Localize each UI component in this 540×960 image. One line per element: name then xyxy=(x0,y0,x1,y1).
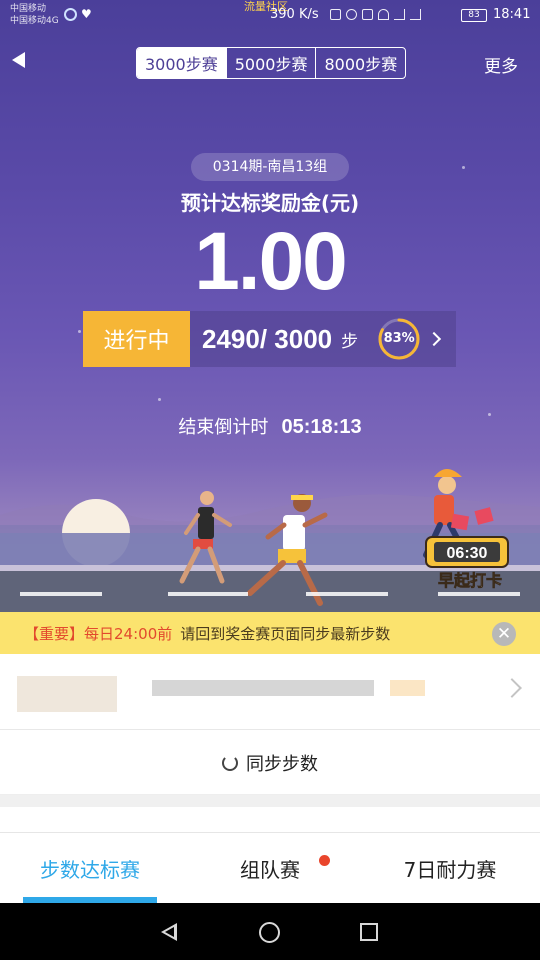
nav-recent-apps-icon[interactable] xyxy=(360,923,378,941)
step-count: 2490/ 3000 xyxy=(202,323,333,354)
sync-label: 同步步数 xyxy=(246,753,318,775)
blurred-content xyxy=(17,676,117,712)
runners-illustration: 06:30 早起打卡 xyxy=(0,469,540,612)
road-marking xyxy=(438,592,520,596)
progress-detail: 2490/ 3000 步 83% xyxy=(190,311,456,367)
prize-amount: 1.00 xyxy=(194,216,348,307)
tab-7day-endurance-race[interactable]: 7日耐力赛 xyxy=(360,833,540,903)
tab-step-goal-race[interactable]: 步数达标赛 xyxy=(0,833,180,903)
network-speed: 390 K/s xyxy=(270,7,319,22)
hd-icon xyxy=(362,9,373,20)
road-marking xyxy=(306,592,388,596)
system-icons xyxy=(330,9,421,20)
signal-icon xyxy=(394,9,405,20)
tab-5000-race[interactable]: 5000步赛 xyxy=(225,48,316,78)
badge-time: 06:30 xyxy=(447,545,488,562)
star-decoration xyxy=(158,398,161,401)
blurred-content xyxy=(390,680,425,696)
heart-icon: ♥ xyxy=(81,7,92,21)
countdown: 结束倒计时 05:18:13 xyxy=(0,413,540,439)
back-icon[interactable] xyxy=(12,52,25,68)
countdown-label: 结束倒计时 xyxy=(178,417,269,438)
race-type-selector: 3000步赛 5000步赛 8000步赛 xyxy=(136,47,407,79)
blurred-info-row[interactable] xyxy=(0,654,540,730)
carrier-info: 中国移动 中国移动4G xyxy=(10,3,59,27)
tab-team-race-label: 组队赛 xyxy=(240,857,300,882)
app-notification-icon xyxy=(64,8,77,21)
period-badge: 0314期-南昌13组 xyxy=(191,153,349,181)
alarm-icon xyxy=(346,9,357,20)
notification-dot xyxy=(319,855,330,866)
progress-card[interactable]: 进行中 2490/ 3000 步 83% xyxy=(83,311,456,367)
important-notice: 【重要】 每日24:00前 请回到奖金赛页面同步最新步数 ✕ xyxy=(0,612,540,654)
notice-text: 请回到奖金赛页面同步最新步数 xyxy=(180,624,391,643)
status-badge: 进行中 xyxy=(83,311,190,367)
carrier-2: 中国移动4G xyxy=(10,16,59,26)
tab-team-race[interactable]: 组队赛 xyxy=(180,833,360,903)
signal-icon xyxy=(410,9,421,20)
wifi-icon xyxy=(378,9,389,20)
section-spacer xyxy=(0,807,540,833)
star-decoration xyxy=(462,166,465,169)
battery-icon: 83 xyxy=(461,9,487,22)
blurred-content xyxy=(152,680,374,696)
android-nav-bar xyxy=(0,903,540,960)
prize-label: 预计达标奖励金(元) xyxy=(180,191,360,215)
bottom-tab-bar: 步数达标赛 组队赛 7日耐力赛 xyxy=(0,833,540,903)
vibrate-icon xyxy=(330,9,341,20)
countdown-time: 05:18:13 xyxy=(281,416,362,438)
tab-3000-race[interactable]: 3000步赛 xyxy=(137,48,226,78)
nav-back-icon-inner xyxy=(165,927,174,937)
close-icon[interactable]: ✕ xyxy=(492,622,516,646)
badge-text: 早起打卡 xyxy=(438,571,502,590)
section-divider xyxy=(0,795,540,807)
road-marking xyxy=(20,592,102,596)
nav-home-icon[interactable] xyxy=(259,922,280,943)
chevron-right-icon xyxy=(427,331,442,347)
progress-ring: 83% xyxy=(377,317,421,361)
star-decoration xyxy=(78,330,81,333)
status-time: 18:41 xyxy=(493,7,531,22)
more-button[interactable]: 更多 xyxy=(484,52,518,77)
progress-percent: 83% xyxy=(383,331,415,346)
early-checkin-badge: 06:30 早起打卡 xyxy=(425,536,509,590)
refresh-icon xyxy=(222,754,238,771)
road-marking xyxy=(168,592,248,596)
notice-deadline: 每日24:00前 xyxy=(84,624,173,643)
app-notification-icons: ♥ xyxy=(64,8,92,21)
sync-steps-button[interactable]: 同步步数 xyxy=(0,731,540,795)
hero-banner: 中国移动 中国移动4G ♥ 流量社区 390 K/s 83 18:41 3000… xyxy=(0,0,540,612)
step-unit: 步 xyxy=(341,331,359,352)
notice-tag: 【重要】 xyxy=(24,624,85,643)
tab-8000-race[interactable]: 8000步赛 xyxy=(315,48,405,78)
status-bar: 中国移动 中国移动4G ♥ 流量社区 390 K/s 83 18:41 xyxy=(0,0,540,32)
carrier-1: 中国移动 xyxy=(10,4,47,14)
